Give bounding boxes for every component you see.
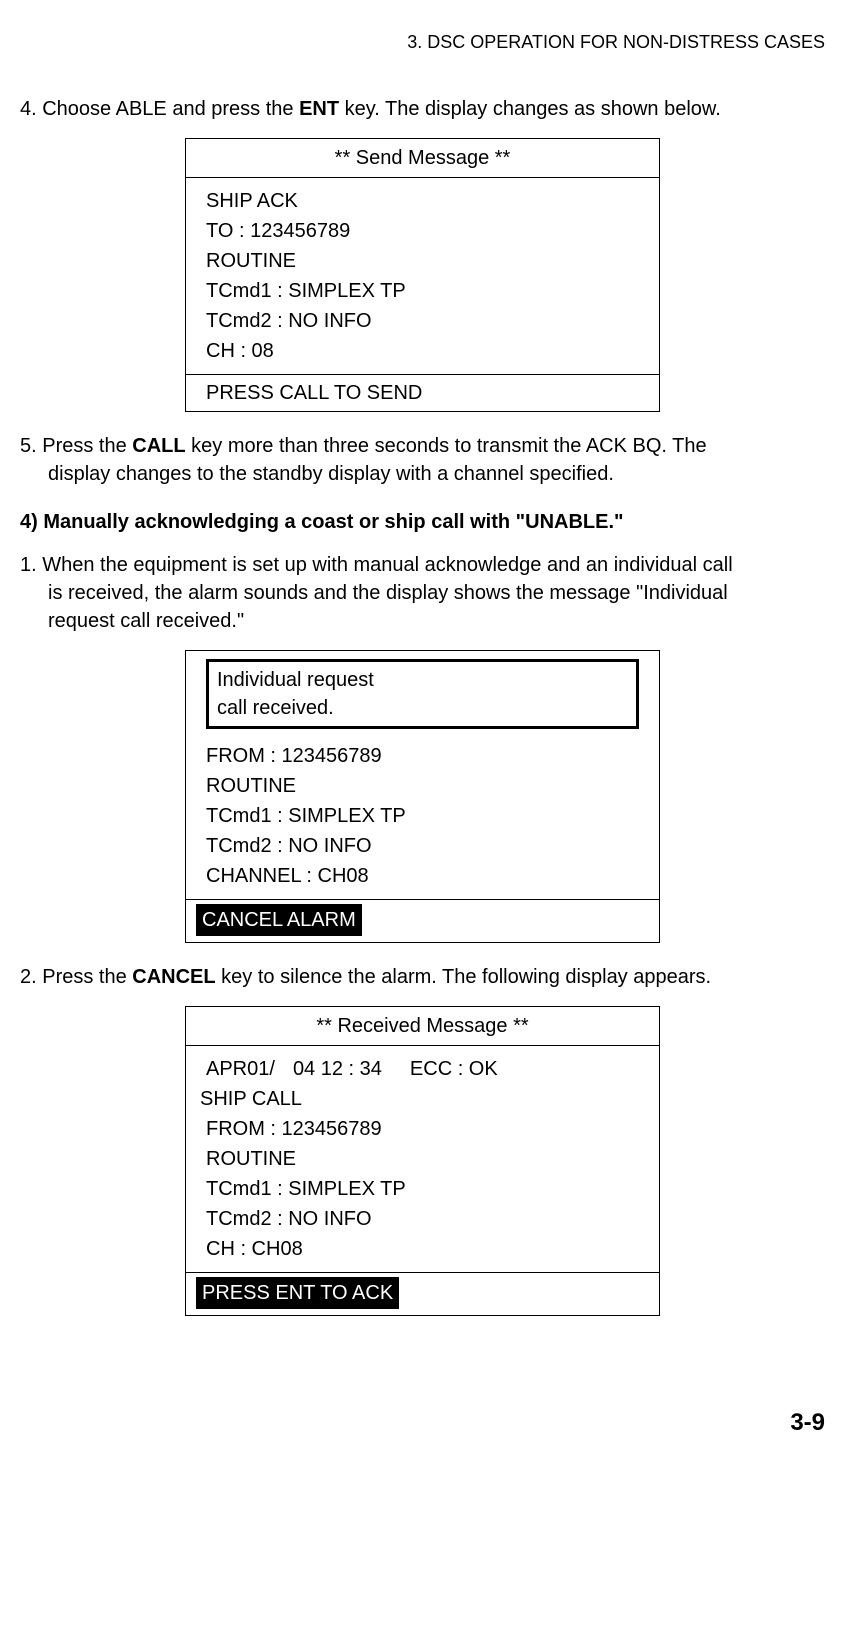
step-4-prefix: 4. Choose ABLE and press the: [20, 98, 299, 120]
display1-line: TCmd1 : SIMPLEX TP: [206, 276, 639, 306]
display-received-message: ** Received Message ** APR01/04 12 : 34 E…: [185, 1006, 660, 1316]
display3-line: ROUTINE: [206, 1144, 639, 1174]
display3-ts-b: 04 12 : 34: [293, 1058, 382, 1080]
step-4-suffix: key. The display changes as shown below.: [339, 98, 721, 120]
step-1b-line2: is received, the alarm sounds and the di…: [48, 579, 825, 607]
display1-footer: PRESS CALL TO SEND: [186, 375, 659, 411]
display3-title: ** Received Message **: [186, 1007, 659, 1046]
step-5: 5. Press the CALL key more than three se…: [20, 432, 825, 488]
display3-line: FROM : 123456789: [206, 1114, 639, 1144]
chapter-header: 3. DSC OPERATION FOR NON-DISTRESS CASES: [20, 30, 825, 55]
display3-ts-c: ECC : OK: [410, 1058, 498, 1080]
section-heading-4: 4) Manually acknowledging a coast or shi…: [20, 508, 825, 536]
display2-notice-l1: Individual request: [217, 666, 628, 694]
display-individual-request: Individual request call received. FROM :…: [185, 650, 660, 943]
display3-body: APR01/04 12 : 34 ECC : OK SHIP CALL FROM …: [186, 1046, 659, 1273]
press-ent-ack-label: PRESS ENT TO ACK: [196, 1277, 399, 1309]
page-number: 3-9: [20, 1406, 825, 1440]
step-5-suffix1: key more than three seconds to transmit …: [186, 435, 707, 457]
display3-ts-a: APR01/: [206, 1058, 275, 1080]
display2-line: FROM : 123456789: [206, 741, 639, 771]
step-1b-line3: request call received.": [48, 607, 825, 635]
display2-line: TCmd2 : NO INFO: [206, 831, 639, 861]
display2-notice-l2: call received.: [217, 694, 628, 722]
display1-title: ** Send Message **: [186, 139, 659, 178]
display3-footer-wrap: PRESS ENT TO ACK: [186, 1273, 659, 1315]
display2-notice: Individual request call received.: [206, 659, 639, 729]
step-2b-suffix: key to silence the alarm. The following …: [216, 966, 711, 988]
step-4: 4. Choose ABLE and press the ENT key. Th…: [20, 95, 825, 123]
display1-line: TO : 123456789: [206, 216, 639, 246]
step-4-bold: ENT: [299, 98, 339, 120]
display2-line: ROUTINE: [206, 771, 639, 801]
cancel-alarm-label: CANCEL ALARM: [196, 904, 362, 936]
display3-line: CH : CH08: [206, 1234, 639, 1264]
step-2b: 2. Press the CANCEL key to silence the a…: [20, 963, 825, 991]
step-1b: 1. When the equipment is set up with man…: [20, 551, 825, 635]
step-1b-line1: 1. When the equipment is set up with man…: [20, 551, 825, 579]
display1-line: CH : 08: [206, 336, 639, 366]
step-5-prefix: 5. Press the: [20, 435, 132, 457]
step-2b-prefix: 2. Press the: [20, 966, 132, 988]
display1-line: TCmd2 : NO INFO: [206, 306, 639, 336]
display2-body: Individual request call received. FROM :…: [186, 651, 659, 900]
step-5-line2: display changes to the standby display w…: [48, 460, 825, 488]
display1-line: ROUTINE: [206, 246, 639, 276]
step-2b-bold: CANCEL: [132, 966, 215, 988]
display3-line: SHIP CALL: [200, 1084, 639, 1114]
display2-footer-wrap: CANCEL ALARM: [186, 900, 659, 942]
display1-line: SHIP ACK: [206, 186, 639, 216]
display3-timestamp: APR01/04 12 : 34 ECC : OK: [206, 1054, 639, 1084]
display2-line: TCmd1 : SIMPLEX TP: [206, 801, 639, 831]
display2-line: CHANNEL : CH08: [206, 861, 639, 891]
display1-body: SHIP ACK TO : 123456789 ROUTINE TCmd1 : …: [186, 178, 659, 375]
display3-line: TCmd2 : NO INFO: [206, 1204, 639, 1234]
display3-line: TCmd1 : SIMPLEX TP: [206, 1174, 639, 1204]
step-5-bold: CALL: [132, 435, 185, 457]
display-send-message: ** Send Message ** SHIP ACK TO : 1234567…: [185, 138, 660, 412]
